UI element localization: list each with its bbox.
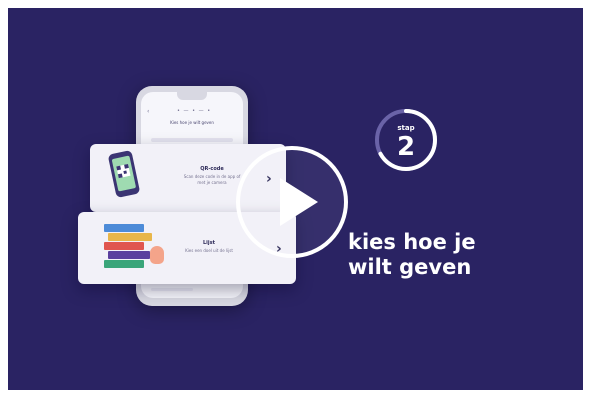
option-description: Kies een doel uit de lijst — [185, 248, 233, 253]
book-purple — [108, 251, 150, 259]
book-blue — [104, 224, 144, 232]
back-arrow-icon: ‹ — [147, 108, 150, 115]
video-thumbnail[interactable]: ‹ • — • — • Kies hoe je wilt geven QR-co… — [8, 8, 583, 390]
books-list-icon — [104, 224, 164, 270]
headline: kies hoe je wilt geven — [348, 230, 548, 280]
book-red — [104, 242, 144, 250]
play-icon[interactable] — [280, 178, 318, 226]
headline-line-1: kies hoe je — [348, 230, 476, 254]
play-button[interactable] — [236, 146, 348, 258]
step-number: 2 — [396, 132, 416, 162]
option-title: Lijst — [203, 240, 215, 246]
book-yellow — [108, 233, 152, 241]
pointing-hand-icon — [150, 246, 164, 264]
step-indicator: • — • — • — [177, 108, 212, 114]
phone-subtitle-bar — [151, 138, 233, 142]
phone-title: Kies hoe je wilt geven — [170, 120, 214, 125]
step-badge: stap 2 — [374, 108, 438, 176]
option-description: Scan deze code in de app of met je camer… — [183, 174, 241, 185]
qr-phone-screen — [111, 155, 137, 192]
headline-line-2: wilt geven — [348, 255, 472, 279]
phone-notch — [177, 92, 207, 100]
phone-placeholder-line — [151, 288, 193, 291]
book-green — [104, 260, 144, 268]
option-title: QR-code — [200, 166, 224, 172]
qr-phone-icon — [107, 149, 141, 199]
step-label: stap — [397, 124, 415, 132]
phone-header: ‹ • — • — • Kies hoe je wilt geven — [141, 106, 243, 142]
qr-code-icon — [116, 163, 131, 179]
